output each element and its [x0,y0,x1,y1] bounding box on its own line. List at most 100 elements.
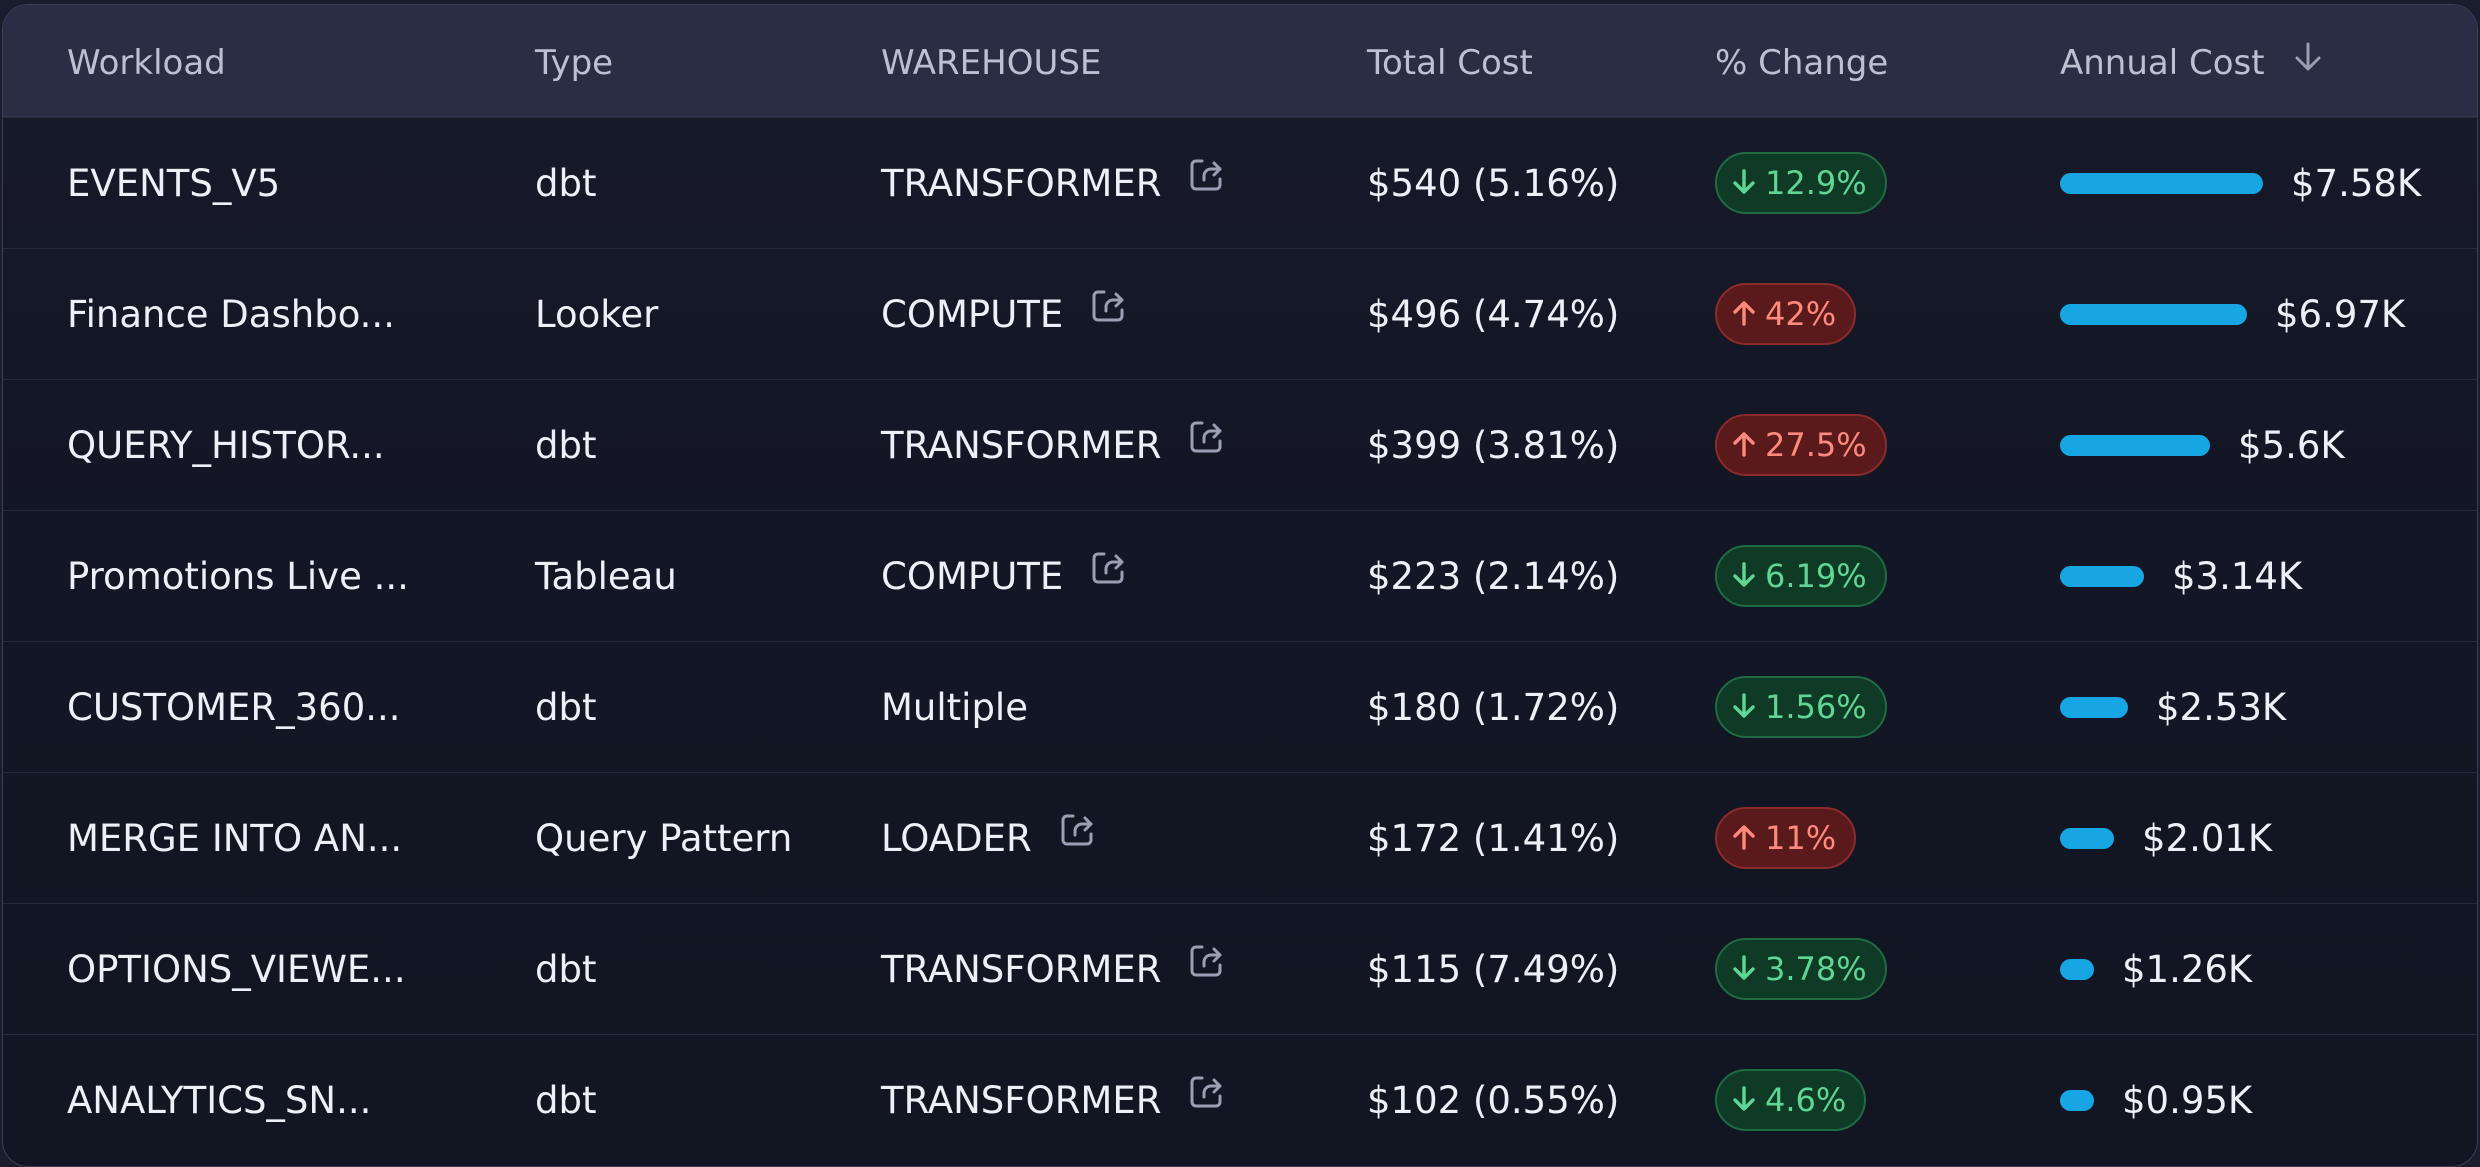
table-row[interactable]: Finance Dashbo... Looker COMPUTE $496 (4… [3,248,2477,379]
workload-name[interactable]: OPTIONS_VIEWE... [67,904,406,1035]
warehouse-name: TRANSFORMER [881,424,1162,467]
warehouse-name: TRANSFORMER [881,162,1162,205]
workload-type: dbt [535,1079,597,1122]
table-row[interactable]: OPTIONS_VIEWE... dbt TRANSFORMER $115 (7… [3,903,2477,1034]
change-badge: 3.78% [1715,938,1887,1000]
warehouse-name: LOADER [881,817,1032,860]
warehouse-cell: TRANSFORMER [881,380,1227,511]
warehouse-name: TRANSFORMER [881,948,1162,991]
column-header-workload[interactable]: Workload [67,43,226,83]
external-link-icon[interactable] [1187,378,1227,509]
arrow-up-icon [1731,426,1765,464]
change-badge: 11% [1715,807,1857,869]
warehouse-name: COMPUTE [881,555,1064,598]
workload-name[interactable]: Promotions Live ... [67,511,409,642]
table-row[interactable]: Promotions Live ... Tableau COMPUTE $223… [3,510,2477,641]
workload-name[interactable]: MERGE INTO AN... [67,773,402,904]
workload-type: dbt [535,162,597,205]
workload-name[interactable]: Finance Dashbo... [67,249,395,380]
change-badge: 4.6% [1715,1069,1867,1131]
total-cost: $115 (7.49%) [1367,948,1620,991]
external-link-icon[interactable] [1187,116,1227,247]
column-header-total-cost[interactable]: Total Cost [1367,43,1533,83]
external-link-icon[interactable] [1058,771,1098,902]
sort-descending-icon[interactable] [2293,41,2323,82]
total-cost: $399 (3.81%) [1367,424,1620,467]
annual-cost-bar [2060,173,2263,194]
change-badge: 1.56% [1715,676,1887,738]
workload-type: dbt [535,948,597,991]
change-value: 12.9% [1765,164,1867,202]
table-row[interactable]: CUSTOMER_360... dbt Multiple $180 (1.72%… [3,641,2477,772]
total-cost: $172 (1.41%) [1367,817,1620,860]
warehouse-name: Multiple [881,686,1028,729]
change-value: 27.5% [1765,426,1867,464]
warehouse-name: TRANSFORMER [881,1079,1162,1122]
annual-cost-bar [2060,1090,2094,1111]
warehouse-cell: COMPUTE [881,249,1129,380]
change-badge: 42% [1715,283,1857,345]
workload-type: Looker [535,293,659,336]
change-value: 6.19% [1765,557,1867,595]
table-row[interactable]: QUERY_HISTOR... dbt TRANSFORMER $399 (3.… [3,379,2477,510]
warehouse-cell: TRANSFORMER [881,118,1227,249]
change-value: 3.78% [1765,950,1867,988]
arrow-up-icon [1731,819,1765,857]
annual-cost-bar [2060,566,2144,587]
workload-type: Tableau [535,555,677,598]
arrow-down-icon [1731,950,1765,988]
warehouse-cell: Multiple [881,642,1028,773]
arrow-down-icon [1731,557,1765,595]
change-value: 42% [1765,295,1837,333]
workload-name[interactable]: CUSTOMER_360... [67,642,401,773]
workload-type: dbt [535,686,597,729]
column-header-annual-cost[interactable]: Annual Cost [2060,41,2323,83]
table-row[interactable]: MERGE INTO AN... Query Pattern LOADER $1… [3,772,2477,903]
column-header-type[interactable]: Type [535,43,613,83]
table-row[interactable]: EVENTS_V5 dbt TRANSFORMER $540 (5.16%) 1… [3,117,2477,248]
annual-cost-value: $2.01K [2142,817,2273,860]
warehouse-cell: LOADER [881,773,1098,904]
change-value: 4.6% [1765,1081,1847,1119]
workload-type: dbt [535,424,597,467]
annual-cost-value: $6.97K [2275,293,2406,336]
column-header-warehouse[interactable]: WAREHOUSE [881,43,1101,83]
workload-cost-table: Workload Type WAREHOUSE Total Cost % Cha… [2,4,2478,1167]
annual-cost-value: $3.14K [2172,555,2303,598]
warehouse-name: COMPUTE [881,293,1064,336]
total-cost: $180 (1.72%) [1367,686,1620,729]
workload-name[interactable]: QUERY_HISTOR... [67,380,385,511]
annual-cost-value: $0.95K [2122,1079,2253,1122]
external-link-icon[interactable] [1089,509,1129,640]
annual-cost-bar [2060,304,2247,325]
change-badge: 27.5% [1715,414,1887,476]
annual-cost-value: $2.53K [2156,686,2287,729]
column-header-change[interactable]: % Change [1715,43,1888,83]
external-link-icon[interactable] [1187,902,1227,1033]
annual-cost-value: $7.58K [2291,162,2422,205]
total-cost: $223 (2.14%) [1367,555,1620,598]
annual-cost-bar [2060,959,2094,980]
change-badge: 6.19% [1715,545,1887,607]
annual-cost-bar [2060,828,2114,849]
table-row[interactable]: ANALYTICS_SN... dbt TRANSFORMER $102 (0.… [3,1034,2477,1165]
annual-cost-label: Annual Cost [2060,43,2265,83]
annual-cost-bar [2060,435,2210,456]
annual-cost-value: $1.26K [2122,948,2253,991]
total-cost: $540 (5.16%) [1367,162,1620,205]
arrow-down-icon [1731,1081,1765,1119]
annual-cost-bar [2060,697,2128,718]
change-value: 11% [1765,819,1837,857]
workload-name[interactable]: EVENTS_V5 [67,118,280,249]
workload-name[interactable]: ANALYTICS_SN... [67,1035,371,1166]
change-badge: 12.9% [1715,152,1887,214]
table-header: Workload Type WAREHOUSE Total Cost % Cha… [3,5,2477,117]
arrow-up-icon [1731,295,1765,333]
external-link-icon[interactable] [1089,247,1129,378]
total-cost: $102 (0.55%) [1367,1079,1620,1122]
external-link-icon[interactable] [1187,1033,1227,1164]
workload-type: Query Pattern [535,817,793,860]
arrow-down-icon [1731,164,1765,202]
warehouse-cell: TRANSFORMER [881,904,1227,1035]
warehouse-cell: COMPUTE [881,511,1129,642]
